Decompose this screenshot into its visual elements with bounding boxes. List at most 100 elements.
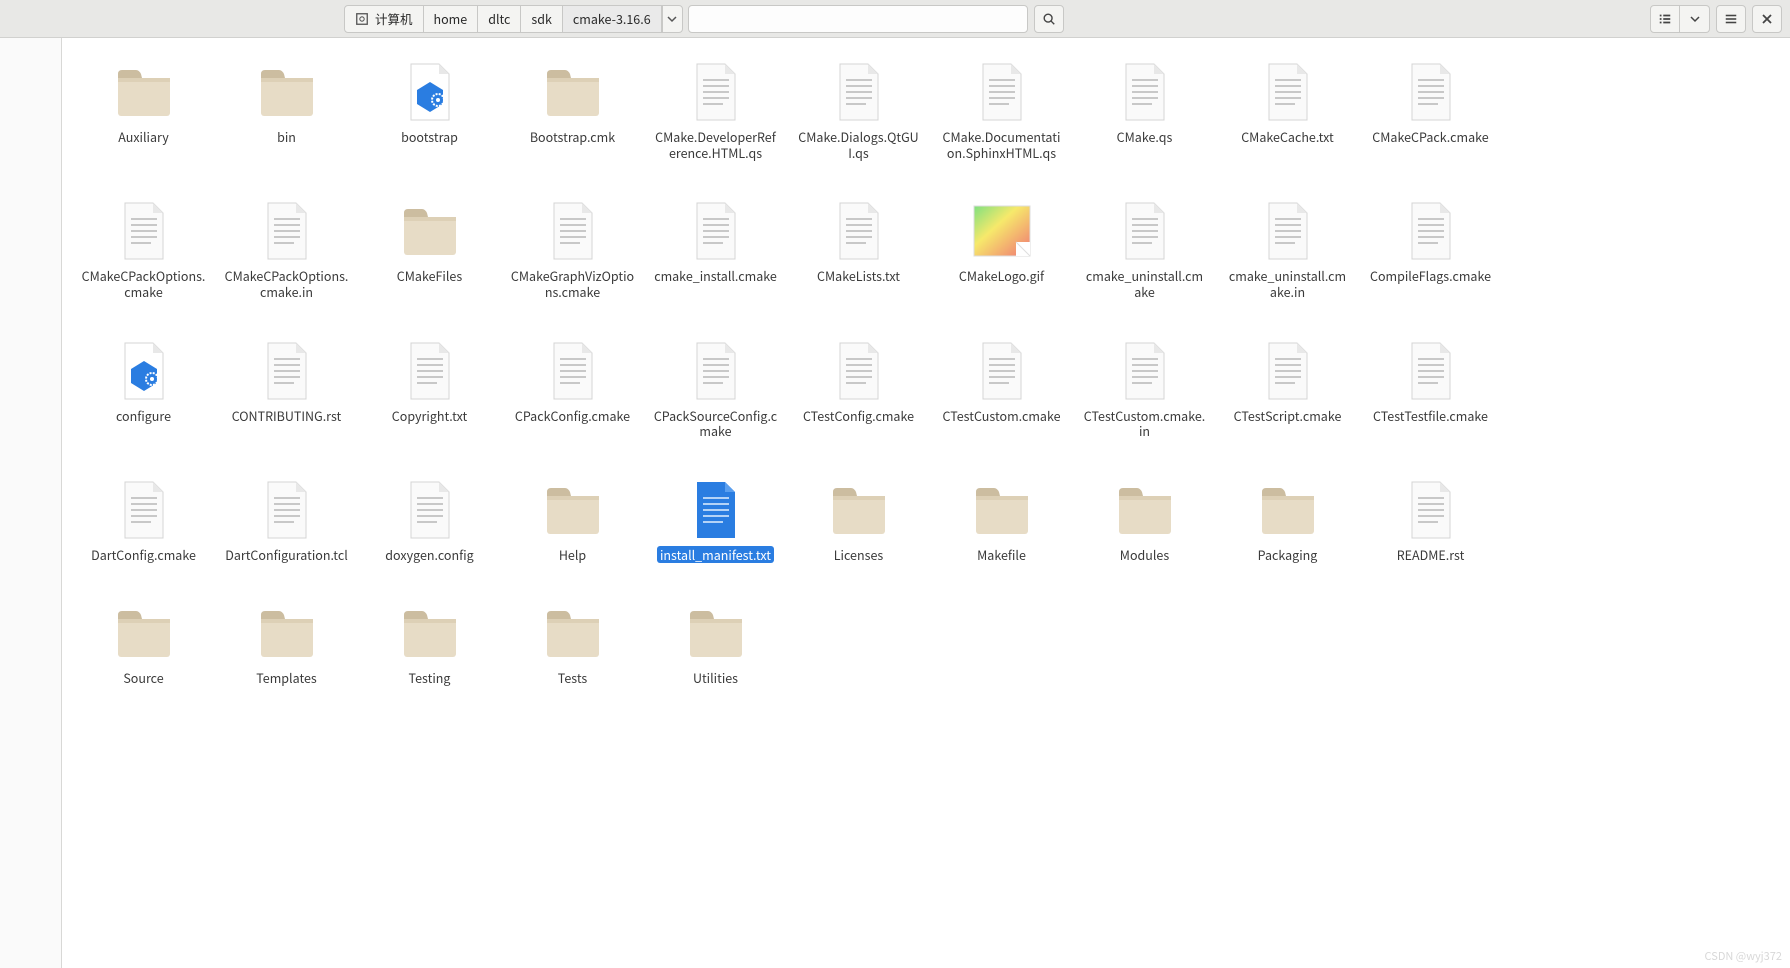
file-label: Packaging	[1255, 546, 1321, 564]
text-file-icon	[1399, 60, 1463, 124]
file-label: CMake.DeveloperReference.HTML.qs	[651, 128, 781, 161]
file-item[interactable]: configure	[72, 337, 215, 440]
folder-icon	[1113, 478, 1177, 542]
file-item[interactable]: DartConfig.cmake	[72, 476, 215, 564]
file-item[interactable]: Testing	[358, 599, 501, 687]
header-bar: 计算机 home dltc sdk cmake-3.16.6	[0, 0, 1790, 38]
hamburger-menu-button[interactable]	[1716, 5, 1746, 33]
folder-icon	[398, 601, 462, 665]
text-file-icon	[827, 339, 891, 403]
search-icon	[1042, 12, 1056, 26]
file-label: CMakeLogo.gif	[956, 267, 1047, 285]
file-item[interactable]: CMakeLogo.gif	[930, 197, 1073, 300]
path-input[interactable]	[688, 5, 1028, 33]
file-item[interactable]: CMake.Dialogs.QtGUI.qs	[787, 58, 930, 161]
file-item[interactable]: CMake.qs	[1073, 58, 1216, 161]
file-item[interactable]: cmake_install.cmake	[644, 197, 787, 300]
file-item[interactable]: CTestCustom.cmake	[930, 337, 1073, 440]
view-mode-button[interactable]	[1650, 5, 1680, 33]
file-item[interactable]: Makefile	[930, 476, 1073, 564]
file-item[interactable]: CMakeCPackOptions.cmake.in	[215, 197, 358, 300]
text-file-icon	[1256, 60, 1320, 124]
file-label: Licenses	[831, 546, 886, 564]
view-options-button[interactable]	[1680, 5, 1710, 33]
hamburger-icon	[1724, 12, 1738, 26]
file-item[interactable]: CMakeCPack.cmake	[1359, 58, 1502, 161]
file-label: install_manifest.txt	[657, 546, 774, 564]
file-label: README.rst	[1394, 546, 1468, 564]
file-item[interactable]: cmake_uninstall.cmake	[1073, 197, 1216, 300]
text-file-icon	[1399, 478, 1463, 542]
file-item[interactable]: CTestTestfile.cmake	[1359, 337, 1502, 440]
close-button[interactable]	[1752, 5, 1782, 33]
file-item[interactable]: install_manifest.txt	[644, 476, 787, 564]
text-file-icon	[398, 339, 462, 403]
file-item[interactable]: bootstrap	[358, 58, 501, 161]
file-item[interactable]: CTestCustom.cmake.in	[1073, 337, 1216, 440]
breadcrumb-item-current[interactable]: cmake-3.16.6	[563, 6, 662, 32]
text-file-icon	[1256, 339, 1320, 403]
file-item[interactable]: Help	[501, 476, 644, 564]
folder-icon	[1256, 478, 1320, 542]
breadcrumb-dropdown[interactable]	[662, 6, 682, 32]
file-item[interactable]: Modules	[1073, 476, 1216, 564]
text-file-icon	[827, 199, 891, 263]
file-item[interactable]: CMakeCache.txt	[1216, 58, 1359, 161]
watermark: CSDN @wyj372	[1705, 948, 1782, 964]
file-item[interactable]: CMakeFiles	[358, 197, 501, 300]
folder-icon	[112, 60, 176, 124]
file-label: CMakeFiles	[394, 267, 465, 285]
file-item[interactable]: doxygen.config	[358, 476, 501, 564]
file-item[interactable]: CTestScript.cmake	[1216, 337, 1359, 440]
breadcrumb: 计算机 home dltc sdk cmake-3.16.6	[344, 5, 683, 33]
file-item[interactable]: CONTRIBUTING.rst	[215, 337, 358, 440]
file-item[interactable]: CMake.Documentation.SphinxHTML.qs	[930, 58, 1073, 161]
breadcrumb-item-dltc[interactable]: dltc	[478, 6, 521, 32]
file-item[interactable]: Auxiliary	[72, 58, 215, 161]
file-item[interactable]: CPackSourceConfig.cmake	[644, 337, 787, 440]
breadcrumb-item-home[interactable]: home	[424, 6, 479, 32]
file-item[interactable]: Tests	[501, 599, 644, 687]
file-label: CTestCustom.cmake.in	[1080, 407, 1210, 440]
file-item[interactable]: CMakeGraphVizOptions.cmake	[501, 197, 644, 300]
breadcrumb-item-sdk[interactable]: sdk	[521, 6, 563, 32]
file-item[interactable]: Templates	[215, 599, 358, 687]
file-item[interactable]: Bootstrap.cmk	[501, 58, 644, 161]
file-item[interactable]: CompileFlags.cmake	[1359, 197, 1502, 300]
file-label: CPackSourceConfig.cmake	[651, 407, 781, 440]
file-label: CMake.Dialogs.QtGUI.qs	[794, 128, 924, 161]
file-item[interactable]: CMakeLists.txt	[787, 197, 930, 300]
folder-icon	[970, 478, 1034, 542]
close-icon	[1761, 13, 1773, 25]
file-item[interactable]: DartConfiguration.tcl	[215, 476, 358, 564]
file-label: CMakeCPackOptions.cmake.in	[222, 267, 352, 300]
file-label: Testing	[406, 669, 454, 687]
file-item[interactable]: Licenses	[787, 476, 930, 564]
file-item[interactable]: CPackConfig.cmake	[501, 337, 644, 440]
file-item[interactable]: CTestConfig.cmake	[787, 337, 930, 440]
file-item[interactable]: Packaging	[1216, 476, 1359, 564]
file-area[interactable]: Auxiliarybinbootstrap Bootstrap.cmk CMake.…	[62, 38, 1790, 968]
file-item[interactable]: CMakeCPackOptions.cmake	[72, 197, 215, 300]
file-label: CPackConfig.cmake	[512, 407, 633, 425]
chevron-down-icon	[1690, 14, 1700, 24]
file-grid: Auxiliarybinbootstrap Bootstrap.cmk CMake.…	[72, 58, 1780, 687]
folder-icon	[684, 601, 748, 665]
file-item[interactable]: Copyright.txt	[358, 337, 501, 440]
text-file-icon	[255, 339, 319, 403]
file-label: Source	[120, 669, 166, 687]
file-item[interactable]: Source	[72, 599, 215, 687]
main-area: Auxiliarybinbootstrap Bootstrap.cmk CMake.…	[0, 38, 1790, 968]
file-item[interactable]: cmake_uninstall.cmake.in	[1216, 197, 1359, 300]
folder-icon	[398, 199, 462, 263]
file-item[interactable]: README.rst	[1359, 476, 1502, 564]
file-label: Bootstrap.cmk	[527, 128, 618, 146]
file-item[interactable]: bin	[215, 58, 358, 161]
file-item[interactable]: CMake.DeveloperReference.HTML.qs	[644, 58, 787, 161]
breadcrumb-root[interactable]: 计算机	[345, 6, 424, 32]
text-file-icon	[970, 60, 1034, 124]
sidebar	[0, 38, 62, 968]
text-file-icon	[398, 478, 462, 542]
search-button[interactable]	[1034, 5, 1064, 33]
file-item[interactable]: Utilities	[644, 599, 787, 687]
